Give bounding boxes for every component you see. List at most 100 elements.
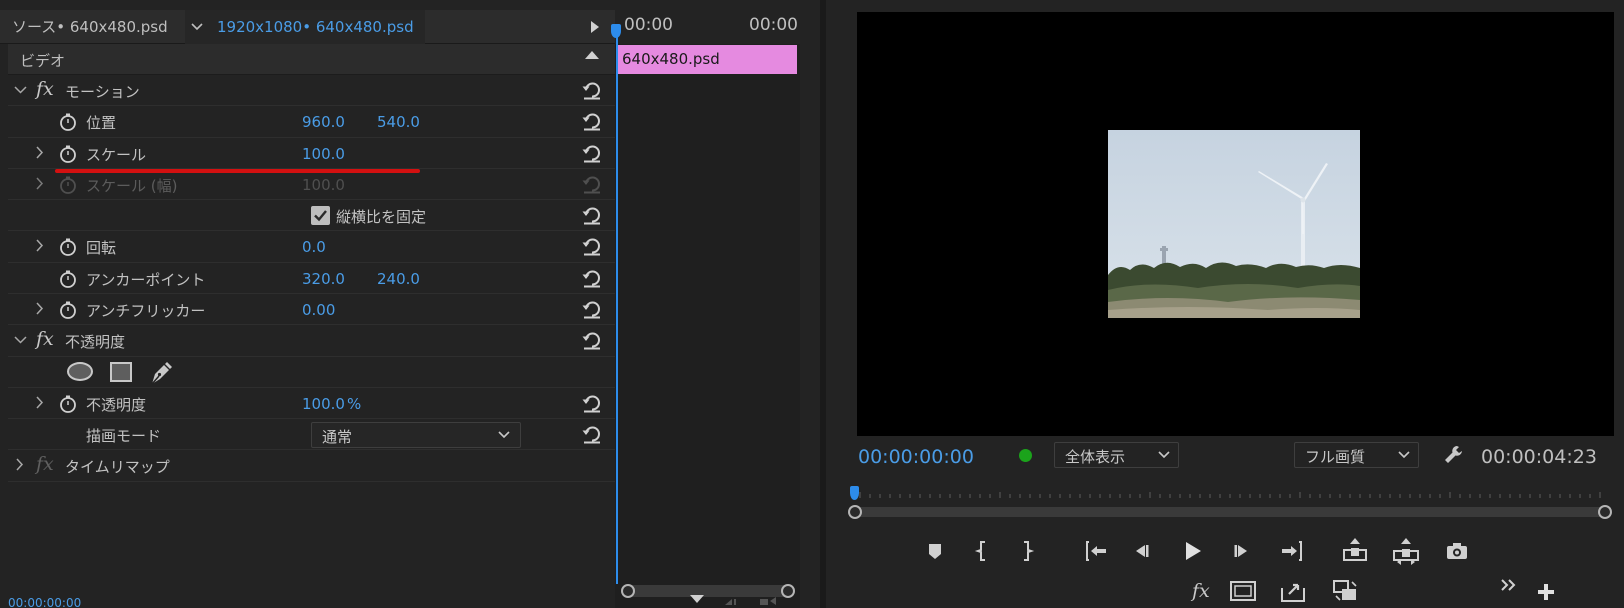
scroll-start-handle[interactable]	[621, 584, 635, 598]
stopwatch-icon[interactable]	[59, 113, 77, 132]
source-tab[interactable]: ソース• 640x480.psd	[0, 10, 185, 44]
twirl-right-icon[interactable]	[34, 300, 44, 322]
add-button-icon[interactable]	[1529, 574, 1563, 608]
reset-icon[interactable]	[581, 423, 603, 445]
reset-icon[interactable]	[581, 142, 603, 164]
pen-mask-icon[interactable]	[148, 360, 174, 386]
reset-icon[interactable]	[581, 79, 603, 101]
double-chevron-right-icon[interactable]	[1494, 570, 1528, 604]
monitor-time-ruler[interactable]	[848, 482, 1612, 522]
zoom-level-select[interactable]: 全体表示	[1054, 442, 1179, 468]
opacity-unit: %	[347, 394, 362, 413]
anchor-x-value[interactable]: 320.0	[302, 270, 345, 288]
stopwatch-icon[interactable]	[59, 270, 77, 288]
stopwatch-icon[interactable]	[59, 238, 77, 257]
monitor-info-bar: 00:00:00:00 全体表示 フル画質 00:00:04:23	[826, 440, 1624, 474]
current-timecode[interactable]: 00:00:00:00	[858, 446, 974, 468]
time-remap-label: タイムリマップ	[65, 458, 170, 477]
reset-icon[interactable]	[581, 235, 603, 257]
sequence-tab[interactable]: 1920x1080• 640x480.psd	[185, 10, 425, 44]
anti-flicker-value[interactable]: 0.00	[302, 301, 335, 319]
video-section-label: ビデオ	[20, 52, 66, 70]
anchor-y-value[interactable]: 240.0	[377, 270, 420, 288]
twirl-right-icon[interactable]	[34, 237, 44, 259]
bottom-timecode[interactable]: 00:00:00:00	[8, 596, 81, 608]
extract-icon[interactable]	[1389, 534, 1423, 568]
scale-row: スケール 100.0	[8, 138, 615, 169]
zoom-start-handle[interactable]	[848, 505, 862, 519]
reset-icon[interactable]	[581, 392, 603, 414]
twirl-right-icon[interactable]	[14, 456, 24, 478]
reset-icon[interactable]	[581, 329, 603, 351]
status-indicator-icon	[1019, 449, 1032, 462]
motion-label: モーション	[65, 83, 140, 101]
lift-icon[interactable]	[1338, 534, 1372, 568]
property-name: スケール (幅)	[86, 176, 178, 195]
position-y-value[interactable]: 540.0	[377, 113, 420, 131]
add-marker-icon[interactable]	[918, 534, 952, 568]
go-to-out-icon[interactable]	[1275, 534, 1309, 568]
opacity-label: 不透明度	[65, 333, 126, 352]
opacity-row: 不透明度 100.0 %	[8, 388, 615, 419]
twirl-right-icon[interactable]	[34, 144, 44, 166]
blend-mode-row: 描画モード 通常	[8, 419, 615, 451]
effect-controls-panel: ソース• 640x480.psd 1920x1080• 640x480.psd …	[0, 0, 810, 608]
playhead-line[interactable]	[616, 24, 618, 584]
mark-in-icon[interactable]	[965, 534, 999, 568]
twirl-right-icon[interactable]	[34, 394, 44, 416]
clip-bar[interactable]: 640x480.psd	[617, 45, 797, 74]
zoom-scrollbar[interactable]	[850, 507, 1610, 517]
export-frame-icon[interactable]	[1276, 574, 1310, 608]
blend-mode-select[interactable]: 通常	[311, 421, 521, 448]
camera-icon[interactable]	[1440, 534, 1474, 568]
reset-icon[interactable]	[581, 204, 603, 226]
ruler-end-time: 00:00	[749, 15, 798, 35]
property-name: 不透明度	[86, 395, 147, 414]
zoom-end-handle[interactable]	[1598, 505, 1612, 519]
collapse-up-icon[interactable]	[585, 51, 599, 59]
twirl-down-icon[interactable]	[14, 81, 27, 103]
stopwatch-icon[interactable]	[59, 145, 77, 163]
effect-controls-tabs: ソース• 640x480.psd 1920x1080• 640x480.psd	[0, 10, 615, 44]
stopwatch-icon[interactable]	[59, 301, 77, 319]
timeline-ruler[interactable]: 00:00 00:00	[615, 10, 800, 44]
bottom-controls[interactable]	[690, 595, 800, 608]
playback-quality-value: フル画質	[1305, 448, 1366, 466]
rectangle-mask-icon[interactable]	[110, 361, 132, 382]
rotation-value[interactable]: 0.0	[302, 238, 326, 256]
playback-quality-select[interactable]: フル画質	[1294, 442, 1419, 468]
zoom-level-value: 全体表示	[1065, 448, 1126, 466]
twirl-right-icon[interactable]	[34, 175, 44, 197]
twirl-down-icon[interactable]	[14, 331, 27, 353]
program-viewer[interactable]	[857, 12, 1614, 436]
go-to-in-icon[interactable]	[1079, 534, 1113, 568]
step-back-icon[interactable]	[1124, 534, 1158, 568]
scale-value[interactable]: 100.0	[302, 145, 345, 163]
reset-icon[interactable]	[581, 298, 603, 320]
rotation-row: 回転 0.0	[8, 231, 615, 263]
opacity-value[interactable]: 100.0	[302, 395, 345, 413]
mask-tools-row	[8, 357, 615, 388]
fx-icon[interactable]: fx	[36, 78, 54, 100]
wrench-icon[interactable]	[1442, 443, 1466, 467]
safe-margins-icon[interactable]	[1226, 574, 1260, 608]
stopwatch-icon[interactable]	[59, 395, 77, 413]
uniform-scale-checkbox[interactable]	[311, 206, 330, 226]
position-x-value[interactable]: 960.0	[302, 113, 345, 131]
step-forward-icon[interactable]	[1225, 534, 1259, 568]
fx-icon[interactable]: fx	[36, 328, 54, 350]
stopwatch-icon	[60, 176, 76, 194]
play-icon[interactable]	[1175, 534, 1209, 568]
secondary-controls: fx	[826, 576, 1624, 608]
reset-icon[interactable]	[581, 267, 603, 289]
reset-icon[interactable]	[581, 110, 603, 132]
fx-toggle-icon[interactable]: fx	[1192, 580, 1210, 602]
compare-view-icon[interactable]	[1328, 574, 1362, 608]
fx-icon[interactable]: fx	[36, 453, 54, 475]
chevron-down-icon	[1398, 451, 1410, 459]
playhead-handle[interactable]	[611, 24, 621, 38]
mark-out-icon[interactable]	[1010, 534, 1044, 568]
transport-controls	[826, 534, 1624, 574]
monitor-playhead[interactable]	[850, 486, 859, 500]
ellipse-mask-icon[interactable]	[67, 361, 93, 381]
